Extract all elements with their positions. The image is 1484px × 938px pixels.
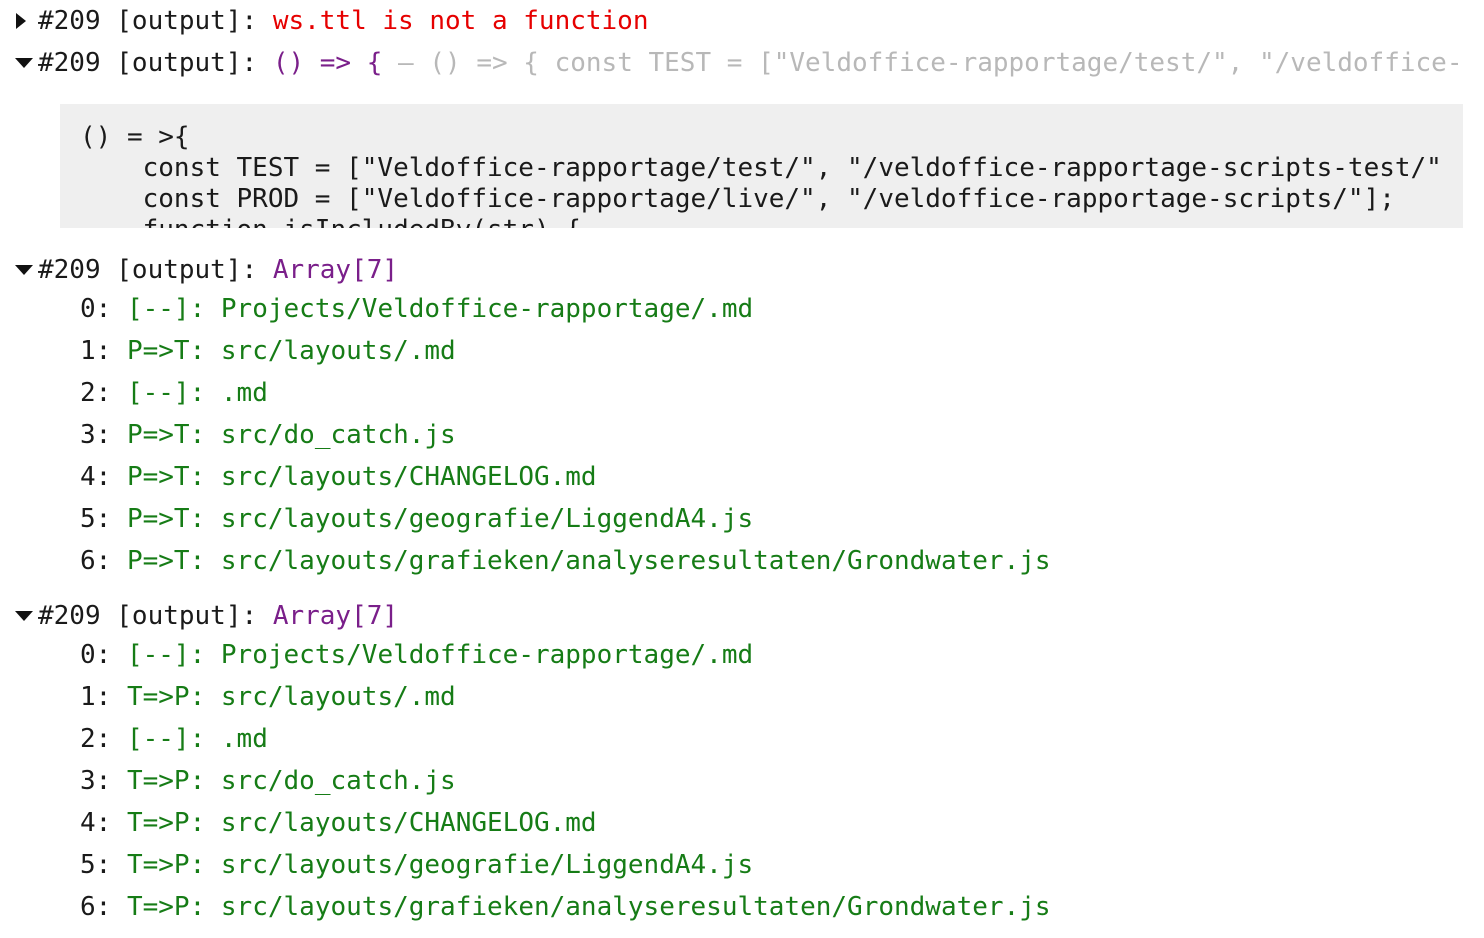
- error-message: ws.ttl is not a function: [272, 6, 649, 36]
- item-path: Projects/Veldoffice-rapportage/.md: [220, 640, 754, 670]
- code-line: const TEST = ["Veldoffice-rapportage/tes…: [80, 153, 1442, 183]
- item-tag: T=>P:: [126, 850, 206, 880]
- list-item: 1: P=>T: src/layouts/.md: [80, 330, 456, 372]
- code-line: function isIncludedBy(str) {: [80, 215, 1463, 228]
- item-path: src/do_catch.js: [220, 420, 456, 450]
- item-index: 5:: [80, 504, 112, 534]
- item-tag: T=>P:: [126, 808, 206, 838]
- function-signature: () => {: [272, 48, 383, 78]
- item-path: .md: [220, 724, 268, 754]
- list-item: 2: [--]: .md: [80, 718, 268, 760]
- item-index: 4:: [80, 808, 112, 838]
- item-tag: [--]:: [126, 378, 206, 408]
- item-tag: [--]:: [126, 294, 206, 324]
- list-item: 0: [--]: Projects/Veldoffice-rapportage/…: [80, 288, 753, 330]
- item-path: src/do_catch.js: [220, 766, 456, 796]
- output-prefix: #209 [output]:: [38, 255, 258, 285]
- list-item: 2: [--]: .md: [80, 372, 268, 414]
- item-tag: P=>T:: [126, 504, 206, 534]
- list-item: 6: T=>P: src/layouts/grafieken/analysere…: [80, 886, 1051, 928]
- function-preview: – () => { const TEST = ["Veldoffice-rapp…: [398, 48, 1463, 78]
- output-row-array-1[interactable]: #209 [output]: Array[7]: [14, 252, 1484, 288]
- triangle-down-icon[interactable]: [14, 598, 38, 634]
- item-path: src/layouts/CHANGELOG.md: [220, 462, 597, 492]
- triangle-right-icon[interactable]: [14, 3, 38, 39]
- code-line: const PROD = ["Veldoffice-rapportage/liv…: [80, 184, 1395, 214]
- output-prefix: #209 [output]:: [38, 48, 258, 78]
- item-path: Projects/Veldoffice-rapportage/.md: [220, 294, 754, 324]
- item-path: src/layouts/.md: [220, 682, 456, 712]
- item-path: src/layouts/grafieken/analyseresultaten/…: [220, 546, 1051, 576]
- item-index: 6:: [80, 892, 112, 922]
- list-item: 0: [--]: Projects/Veldoffice-rapportage/…: [80, 634, 753, 676]
- array-label: Array[7]: [272, 601, 399, 631]
- item-tag: P=>T:: [126, 336, 206, 366]
- item-path: src/layouts/grafieken/analyseresultaten/…: [220, 892, 1051, 922]
- item-tag: P=>T:: [126, 462, 206, 492]
- list-item: 5: T=>P: src/layouts/geografie/LiggendA4…: [80, 844, 753, 886]
- item-path: src/layouts/.md: [220, 336, 456, 366]
- list-item: 3: P=>T: src/do_catch.js: [80, 414, 456, 456]
- item-tag: P=>T:: [126, 420, 206, 450]
- item-index: 1:: [80, 336, 112, 366]
- console-output: #209 [output]: ws.ttl is not a function …: [0, 0, 1484, 938]
- item-index: 1:: [80, 682, 112, 712]
- list-item: 4: T=>P: src/layouts/CHANGELOG.md: [80, 802, 597, 844]
- item-index: 2:: [80, 378, 112, 408]
- output-row-error[interactable]: #209 [output]: ws.ttl is not a function: [14, 3, 1484, 39]
- item-path: .md: [220, 378, 268, 408]
- item-index: 5:: [80, 850, 112, 880]
- item-tag: T=>P:: [126, 682, 206, 712]
- item-index: 2:: [80, 724, 112, 754]
- item-index: 0:: [80, 294, 112, 324]
- code-line: () = >{: [80, 122, 190, 152]
- item-path: src/layouts/geografie/LiggendA4.js: [220, 504, 754, 534]
- triangle-down-icon[interactable]: [14, 252, 38, 288]
- array-label: Array[7]: [272, 255, 399, 285]
- list-item: 6: P=>T: src/layouts/grafieken/analysere…: [80, 540, 1051, 582]
- list-item: 3: T=>P: src/do_catch.js: [80, 760, 456, 802]
- item-tag: P=>T:: [126, 546, 206, 576]
- output-row-function[interactable]: #209 [output]: () => { – () => { const T…: [14, 45, 1484, 81]
- item-tag: T=>P:: [126, 766, 206, 796]
- output-prefix: #209 [output]:: [38, 601, 258, 631]
- item-path: src/layouts/geografie/LiggendA4.js: [220, 850, 754, 880]
- item-index: 3:: [80, 766, 112, 796]
- triangle-down-icon[interactable]: [14, 45, 38, 81]
- item-index: 4:: [80, 462, 112, 492]
- item-tag: [--]:: [126, 640, 206, 670]
- item-index: 6:: [80, 546, 112, 576]
- item-tag: T=>P:: [126, 892, 206, 922]
- list-item: 5: P=>T: src/layouts/geografie/LiggendA4…: [80, 498, 753, 540]
- item-index: 3:: [80, 420, 112, 450]
- function-source-box[interactable]: () = >{ const TEST = ["Veldoffice-rappor…: [60, 104, 1463, 228]
- output-row-array-2[interactable]: #209 [output]: Array[7]: [14, 598, 1484, 634]
- item-path: src/layouts/CHANGELOG.md: [220, 808, 597, 838]
- item-tag: [--]:: [126, 724, 206, 754]
- list-item: 4: P=>T: src/layouts/CHANGELOG.md: [80, 456, 597, 498]
- list-item: 1: T=>P: src/layouts/.md: [80, 676, 456, 718]
- item-index: 0:: [80, 640, 112, 670]
- output-prefix: #209 [output]:: [38, 6, 258, 36]
- function-source: () = >{ const TEST = ["Veldoffice-rappor…: [60, 104, 1463, 228]
